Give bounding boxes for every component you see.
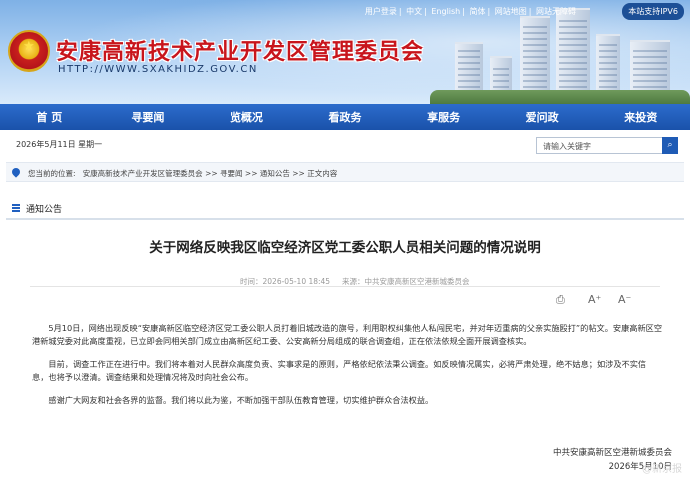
article-paragraph-2: 目前，调查工作正在进行中。我们将本着对人民群众高度负责、实事求是的原则，严格依纪…: [32, 359, 647, 382]
article-title: 关于网络反映我区临空经济区党工委公职人员相关问题的情况说明: [149, 240, 541, 256]
nav-overview[interactable]: 览概况: [197, 109, 296, 125]
article-paragraph-3: 感谢广大网友和社会各界的监督。我们将以此为鉴，不断加强干部队伍教育管理，切实维护…: [48, 395, 434, 405]
main-nav: 首 页 寻要闻 览概况 看政务 享服务 爱问政 来投资: [0, 104, 690, 130]
nav-invest[interactable]: 来投资: [591, 109, 690, 125]
nav-inquiry[interactable]: 爱问政: [493, 109, 592, 125]
breadcrumb-prefix: 您当前的位置:: [28, 169, 76, 178]
list-icon: [12, 204, 20, 212]
accessibility-link[interactable]: 网站无障碍: [536, 7, 576, 16]
ipv6-badge: 本站支持IPV6: [622, 3, 684, 20]
nav-government[interactable]: 看政务: [296, 109, 395, 125]
location-pin-icon: [10, 166, 22, 178]
search-input[interactable]: 请输入关键字: [536, 137, 664, 154]
print-icon[interactable]: ⎙: [556, 293, 565, 307]
date-search-bar: 2026年5月11日 星期一 请输入关键字 ⌕: [0, 130, 690, 160]
login-link[interactable]: 用户登录: [365, 7, 397, 16]
font-decrease-icon[interactable]: A⁻: [618, 293, 631, 306]
sitemap-link[interactable]: 网站地图: [495, 7, 527, 16]
section-label: 通知公告: [26, 205, 63, 215]
trees: [430, 90, 690, 104]
national-emblem-icon: ★: [8, 30, 50, 72]
section-header: 通知公告: [6, 198, 684, 220]
nav-news[interactable]: 寻要闻: [99, 109, 198, 125]
nav-services[interactable]: 享服务: [394, 109, 493, 125]
site-title: 安康高新技术产业开发区管理委员会: [56, 39, 425, 65]
article-paragraph-1: 5月10日，网络出现反映“安康高新区临空经济区党工委公职人员打着旧城改造的旗号，…: [32, 323, 663, 346]
breadcrumb-text: 您当前的位置: 安康高新技术产业开发区管理委员会 >> 寻要闻 >> 通知公告 …: [28, 168, 337, 179]
header-banner: ★ 安康高新技术产业开发区管理委员会 HTTP://WWW.SXAKHIDZ.G…: [0, 0, 690, 104]
signer-org: 中共安康高新区空港新城委员会: [552, 448, 672, 458]
current-date: 2026年5月11日 星期一: [16, 140, 103, 149]
breadcrumb: 您当前的位置: 安康高新技术产业开发区管理委员会 >> 寻要闻 >> 通知公告 …: [6, 162, 684, 182]
watermark: @新京报: [642, 464, 682, 475]
search-icon[interactable]: ⌕: [662, 137, 678, 154]
chinese-link[interactable]: 中文: [406, 7, 422, 16]
font-increase-icon[interactable]: A⁺: [588, 293, 601, 306]
breadcrumb-path[interactable]: 安康高新技术产业开发区管理委员会 >> 寻要闻 >> 通知公告 >> 正文内容: [83, 169, 338, 178]
top-links: 用户登录 | 中文 | English | 简体 | 网站地图 | 网站无障碍: [364, 7, 576, 16]
site-url: HTTP://WWW.SXAKHIDZ.GOV.CN: [58, 64, 258, 75]
nav-home[interactable]: 首 页: [0, 109, 99, 125]
english-link[interactable]: English: [431, 7, 460, 16]
simplified-link[interactable]: 简体: [470, 7, 486, 16]
divider: [30, 286, 660, 287]
